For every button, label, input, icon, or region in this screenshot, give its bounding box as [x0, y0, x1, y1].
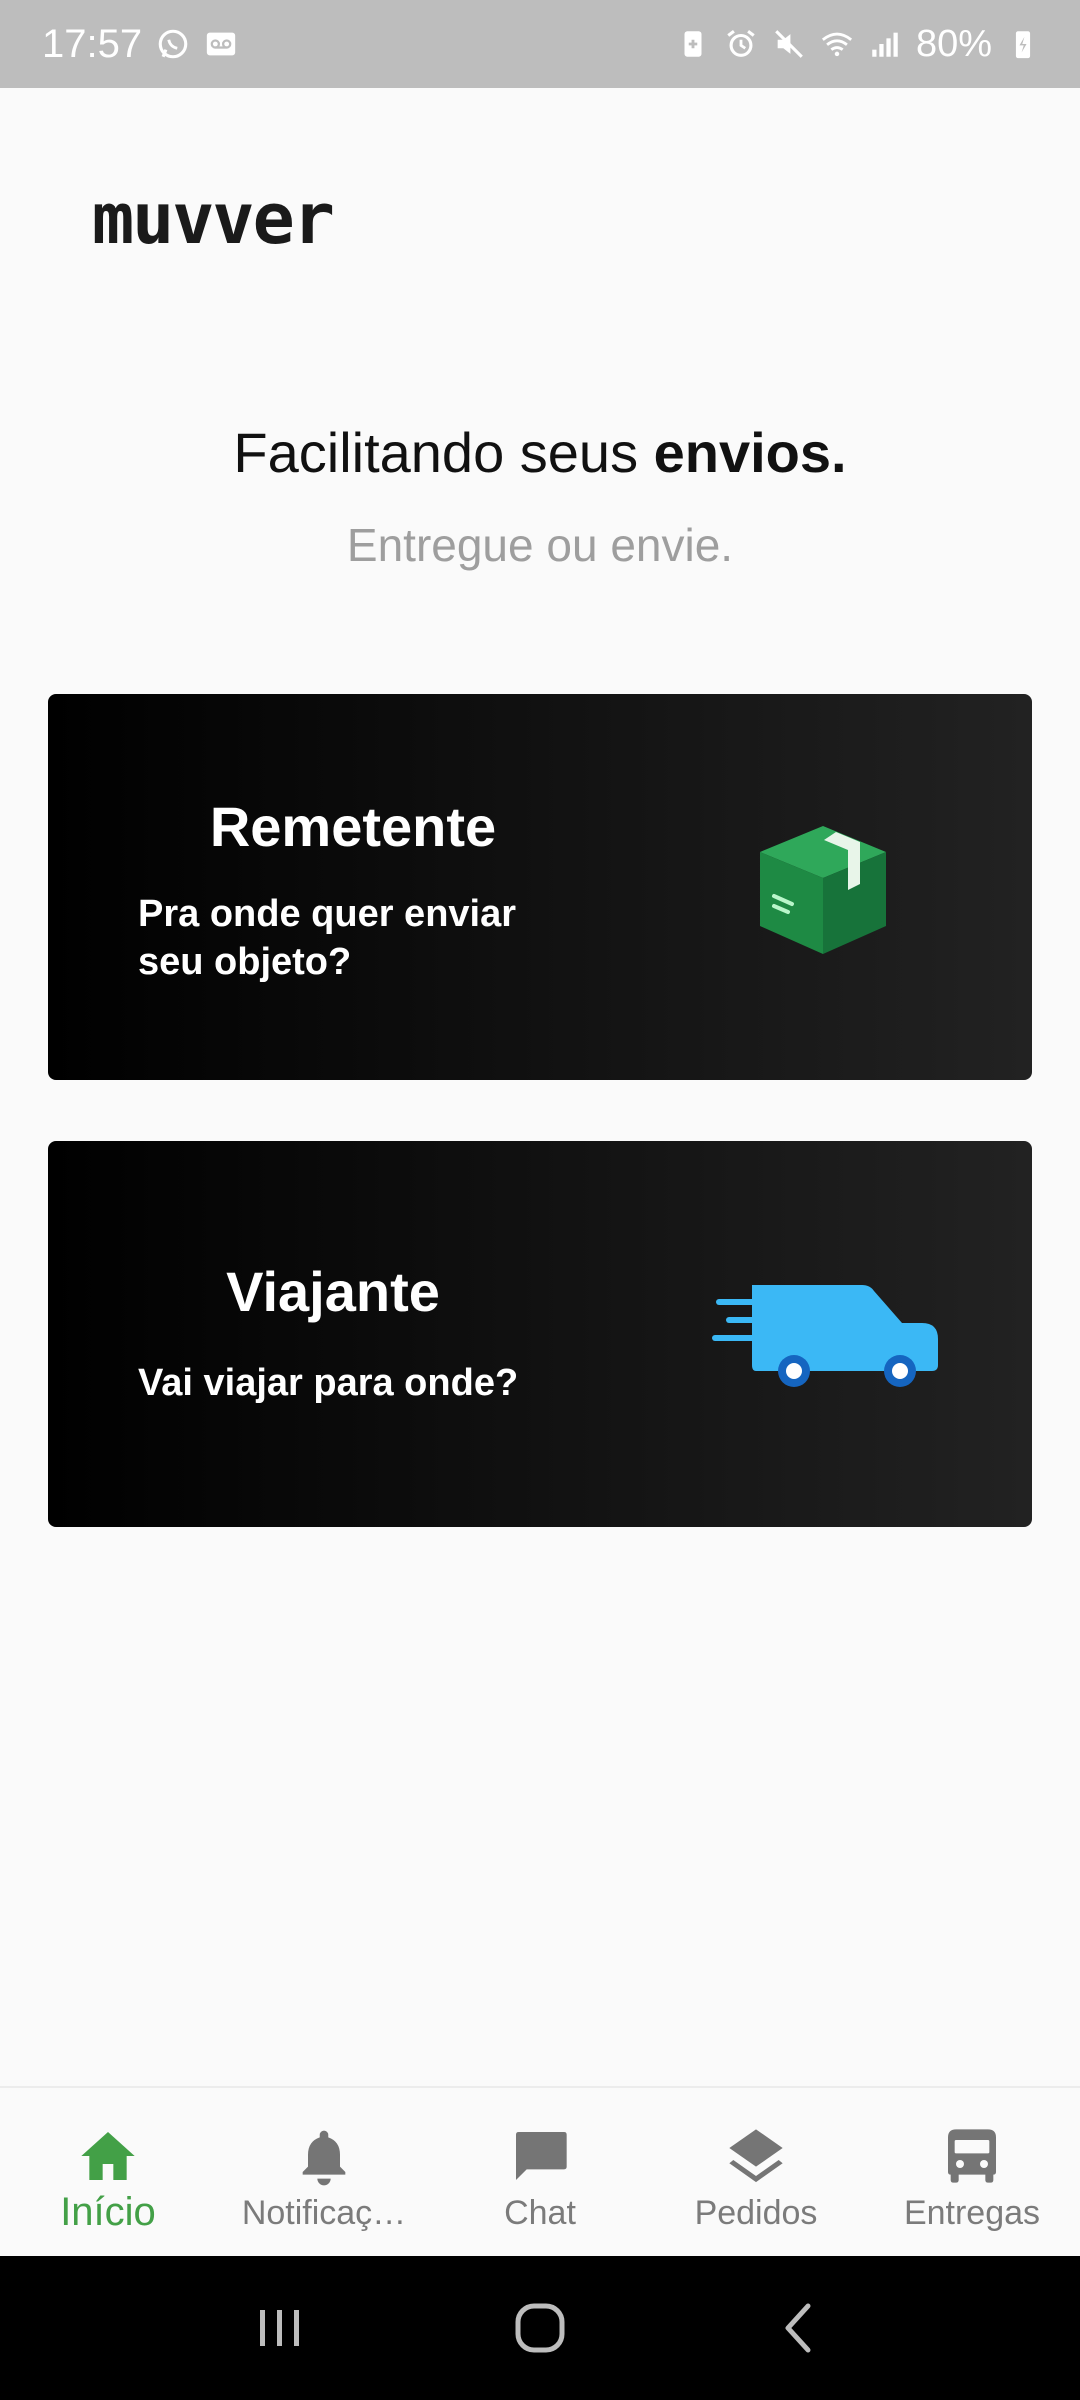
battery-percent: 80% [915, 22, 992, 65]
battery-charging-icon [1006, 27, 1040, 61]
status-time: 17:57 [42, 21, 143, 66]
traveler-card-title: Viajante [226, 1260, 440, 1323]
nav-label-pedidos: Pedidos [694, 2194, 818, 2232]
status-bar-right: 80% [676, 23, 1040, 66]
sender-card-subtitle: Pra onde quer enviar seu objeto? [138, 890, 578, 986]
sender-card-title: Remetente [209, 795, 497, 858]
home-button-icon[interactable] [500, 2288, 580, 2368]
headline-bold: envios. [653, 421, 847, 484]
recent-apps-icon[interactable] [240, 2288, 320, 2368]
headline-regular: Facilitando seus [233, 421, 654, 484]
page-subheadline: Entregue ou envie. [346, 519, 734, 571]
delivery-truck-icon [712, 1271, 942, 1391]
nav-item-pedidos[interactable]: Pedidos [648, 2088, 864, 2258]
bottom-navigation: Início Notificaç… Chat Pedidos Entregas [0, 2086, 1080, 2256]
alarm-icon [724, 27, 758, 61]
bus-icon [940, 2124, 1004, 2188]
back-icon[interactable] [760, 2288, 840, 2368]
nav-label-notificacoes: Notificaç… [241, 2194, 407, 2232]
layers-icon [724, 2124, 788, 2188]
nav-label-inicio: Início [60, 2190, 156, 2234]
nav-item-entregas[interactable]: Entregas [864, 2088, 1080, 2258]
page-headline: Facilitando seus envios. [0, 420, 1080, 485]
voicemail-icon [204, 27, 238, 61]
package-icon [748, 814, 898, 964]
sender-subtitle-line2: seu objeto? [138, 941, 352, 983]
bell-icon [292, 2124, 356, 2188]
nav-label-entregas: Entregas [903, 2194, 1041, 2232]
system-navigation-bar [0, 2256, 1080, 2400]
sender-subtitle-line1: Pra onde quer enviar [138, 893, 517, 935]
status-bar-left: 17:57 [42, 22, 238, 67]
whatsapp-icon [156, 27, 190, 61]
home-icon [76, 2124, 140, 2188]
nav-item-notificacoes[interactable]: Notificaç… [216, 2088, 432, 2258]
battery-saver-icon [676, 27, 710, 61]
nav-label-chat: Chat [504, 2194, 576, 2232]
chat-icon [508, 2124, 572, 2188]
traveler-card[interactable]: Viajante Vai viajar para onde? [48, 1141, 1032, 1527]
app-logo: muvver [92, 178, 335, 260]
sender-card[interactable]: Remetente Pra onde quer enviar seu objet… [48, 694, 1032, 1080]
nav-item-chat[interactable]: Chat [432, 2088, 648, 2258]
signal-icon [868, 27, 902, 61]
traveler-card-subtitle: Vai viajar para onde? [138, 1362, 519, 1404]
nav-item-inicio[interactable]: Início [0, 2088, 216, 2258]
mute-icon [772, 27, 806, 61]
wifi-icon [820, 27, 854, 61]
status-bar: 17:57 80% [0, 0, 1080, 88]
